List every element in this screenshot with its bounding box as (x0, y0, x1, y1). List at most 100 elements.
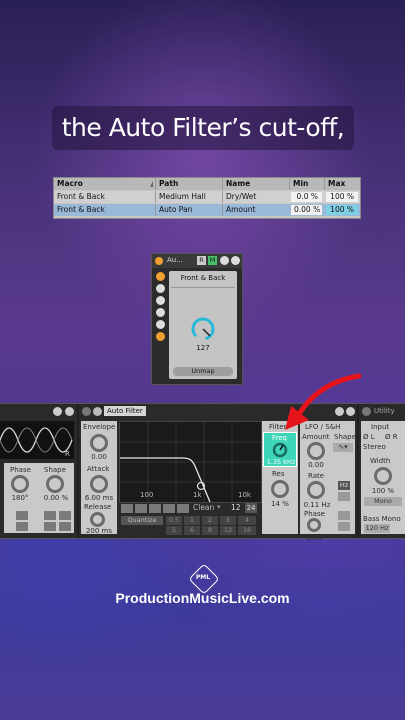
chevron-down-icon[interactable]: ▾ (217, 503, 221, 511)
minus-macro-icon[interactable] (156, 296, 165, 305)
quantize-8[interactable]: 8 (202, 526, 218, 535)
filter-response-display[interactable]: 100 1k 10k (119, 421, 262, 503)
res-value: 14 % (271, 500, 289, 508)
slope-24-button[interactable]: 24 (245, 503, 257, 513)
shape-value: 0.00 % (43, 494, 69, 502)
lfo-waveform-display: R (0, 421, 74, 459)
wave-saw-icon[interactable] (59, 511, 71, 520)
min-value-field[interactable]: 0.0 % (291, 192, 322, 202)
quantize-1[interactable]: 1 (184, 516, 200, 525)
attack-value: 6.00 ms (84, 494, 114, 502)
quantize-0.5[interactable]: 0.5 (166, 516, 182, 525)
quantize-6[interactable]: 6 (184, 526, 200, 535)
attack-knob[interactable] (90, 475, 108, 493)
lfo-controls: Phase Shape 180° 0.00 % (4, 463, 74, 533)
width-knob[interactable] (374, 467, 392, 485)
phase-mode-icon[interactable] (338, 511, 350, 520)
macro-variations-icon[interactable] (220, 256, 229, 265)
wave-random-icon[interactable] (59, 522, 71, 531)
macro-knob[interactable] (190, 316, 216, 342)
device-power-icon[interactable] (155, 257, 163, 265)
quantize-5[interactable]: 5 (166, 526, 182, 535)
filter-lowpass-icon[interactable] (121, 504, 133, 513)
res-label: Res (272, 470, 285, 478)
filter-notch-icon[interactable] (163, 504, 175, 513)
red-arrow-annotation (285, 373, 362, 430)
table-row[interactable]: Front & Back Auto Pan Amount 0.00 % 100 … (54, 204, 360, 216)
phase-knob[interactable] (307, 518, 321, 532)
device-save-icon[interactable] (65, 407, 74, 416)
quantize-3[interactable]: 3 (220, 516, 236, 525)
shape-label: Shape (44, 466, 66, 474)
rate-hz-button[interactable]: Hz (338, 481, 350, 490)
device-title: Au... (167, 256, 183, 264)
quantize-button[interactable]: Quantize (121, 516, 163, 525)
envelope-panel: Envelope 0.00 Attack 6.00 ms Release 200… (81, 421, 117, 535)
min-value-field[interactable]: 0.00 % (291, 205, 322, 215)
phase-value: 0.00° (306, 534, 326, 542)
map-mode-button[interactable]: M (208, 256, 217, 265)
device-power-icon[interactable] (82, 407, 91, 416)
device-settings-icon[interactable] (53, 407, 62, 416)
max-value-field[interactable]: 100 % (326, 205, 358, 215)
phase-knob[interactable] (11, 475, 29, 493)
bass-mono-label: Bass Mono (363, 515, 401, 523)
lfo-shape-select[interactable]: ∿▾ (333, 443, 353, 452)
mono-button[interactable]: Mono (364, 497, 402, 506)
col-max-header: Max (324, 178, 360, 190)
release-label: Release (84, 503, 112, 511)
envelope-knob[interactable] (90, 434, 108, 452)
macro-panel: Front & Back 127 Unmap (169, 271, 237, 379)
sync-icon[interactable] (16, 511, 28, 520)
amount-value: 0.00 (308, 461, 324, 469)
wave-square-icon[interactable] (44, 511, 56, 520)
show-chain-icon[interactable] (156, 284, 165, 293)
res-knob[interactable] (271, 480, 289, 498)
channel-mode-select[interactable]: Stereo (363, 443, 386, 451)
utility-panel: Input Ø L Ø R Stereo Width 100 % Mono Ba… (361, 421, 405, 534)
retrigger-icon[interactable] (16, 522, 28, 531)
max-value-field[interactable]: 100 % (326, 192, 358, 202)
macro-rack-device: Au... R M Front & Back 127 Unmap (151, 253, 243, 385)
freq-axis-10k: 10k (238, 491, 251, 499)
freq-knob[interactable] (272, 442, 288, 458)
lfo-device: R Phase Shape 180° 0.00 % (0, 404, 77, 538)
shape-knob[interactable] (46, 475, 64, 493)
utility-device: Utility Input Ø L Ø R Stereo Width 100 %… (359, 404, 405, 538)
variations-icon[interactable] (156, 308, 165, 317)
cell-macro: Front & Back (57, 192, 105, 201)
filter-morph-icon[interactable] (177, 504, 189, 513)
chevron-down-icon[interactable] (93, 407, 102, 416)
sort-arrow-icon[interactable]: ▲ (147, 178, 153, 190)
lfo-retrigger-icon[interactable] (338, 522, 350, 531)
release-knob[interactable] (90, 512, 105, 527)
mapping-icon[interactable] (156, 332, 165, 341)
save-preset-icon[interactable] (231, 256, 240, 265)
quantize-4[interactable]: 4 (238, 516, 256, 525)
unmap-button[interactable]: Unmap (173, 367, 233, 376)
quantize-2[interactable]: 2 (202, 516, 218, 525)
bass-mono-freq[interactable]: 120 Hz (364, 524, 390, 533)
cell-path: Auto Pan (155, 204, 222, 216)
show-macros-icon[interactable] (156, 272, 165, 281)
randomize-icon[interactable] (156, 320, 165, 329)
quantize-12[interactable]: 12 (220, 526, 236, 535)
wave-sine-icon[interactable] (44, 522, 56, 531)
phase-r-button[interactable]: Ø R (385, 433, 398, 441)
quantize-16[interactable]: 16 (238, 526, 256, 535)
input-label: Input (371, 423, 390, 431)
randomize-button[interactable]: R (197, 256, 206, 265)
rate-knob[interactable] (307, 481, 325, 499)
filter-circuit-select[interactable]: Clean (193, 503, 214, 512)
amount-knob[interactable] (307, 442, 325, 460)
device-header: Au... R M (152, 254, 242, 268)
rate-value: 0.11 Hz (303, 501, 331, 509)
slope-12-button[interactable]: 12 (231, 503, 241, 512)
device-title: Utility (374, 407, 395, 415)
cell-macro: Front & Back (57, 205, 105, 214)
filter-bandpass-icon[interactable] (149, 504, 161, 513)
filter-highpass-icon[interactable] (135, 504, 147, 513)
rate-sync-icon[interactable] (338, 492, 350, 501)
phase-label: Phase (304, 510, 325, 518)
table-row[interactable]: Front & Back Medium Hall Dry/Wet 0.0 % 1… (54, 191, 360, 203)
